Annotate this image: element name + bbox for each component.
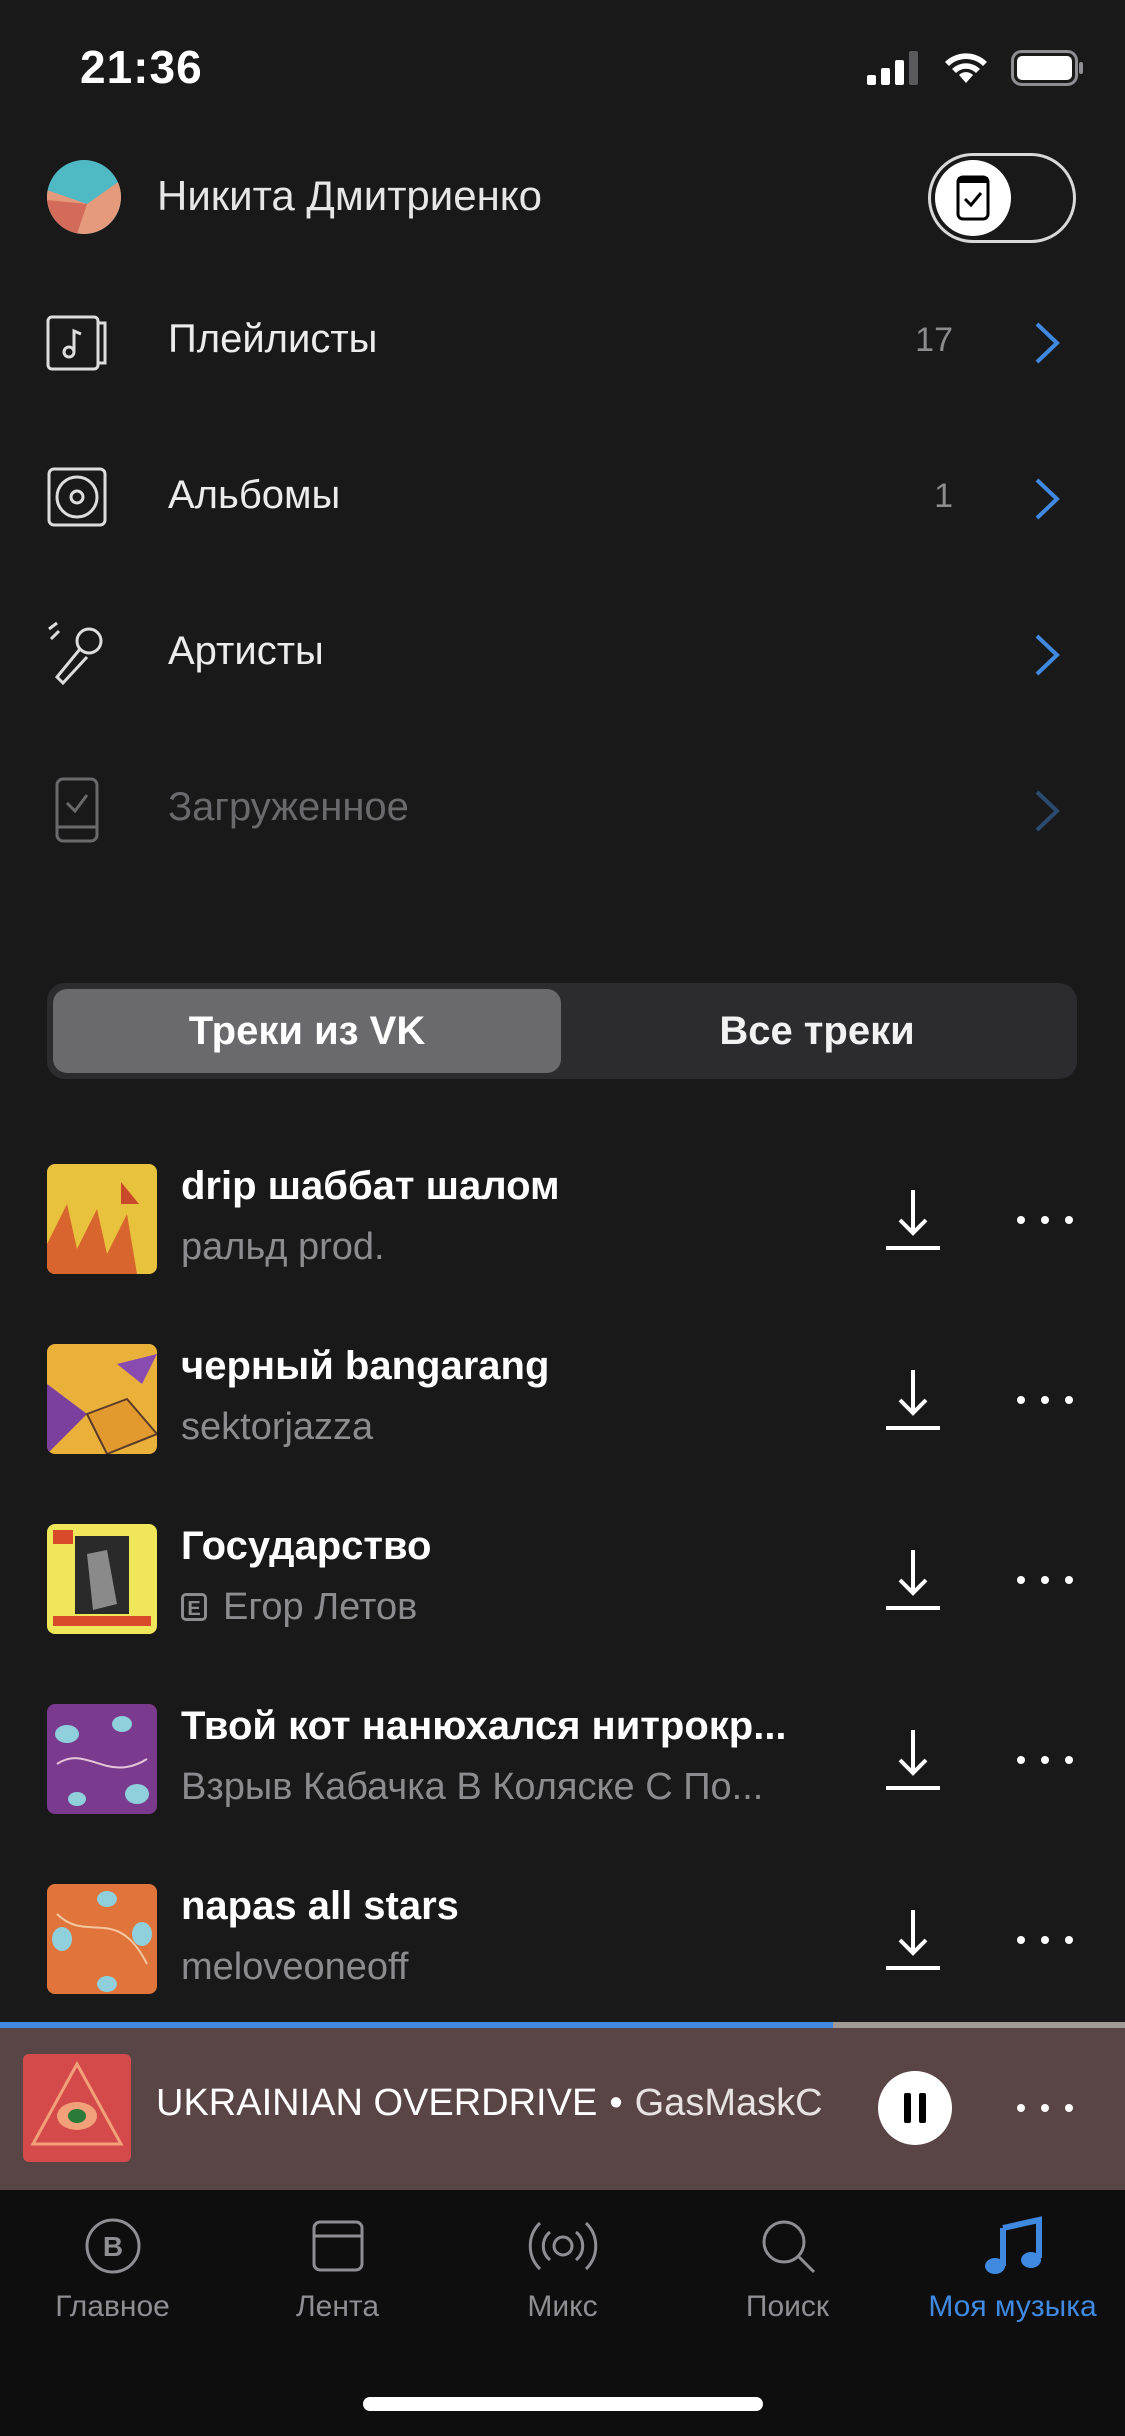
menu-label: Загруженное — [168, 785, 409, 829]
menu-downloaded[interactable]: Загруженное — [0, 732, 1125, 888]
now-playing-artist: GasMaskC — [634, 2082, 823, 2124]
menu-playlists[interactable]: Плейлисты 17 — [0, 264, 1125, 420]
now-playing-title: UKRAINIAN OVERDRIVE — [156, 2082, 598, 2124]
track-cover — [47, 1524, 157, 1634]
tracks-source-segmented-control: Треки из VK Все треки — [47, 983, 1077, 1079]
more-icon[interactable] — [1015, 2102, 1075, 2114]
tab-label: Микс — [527, 2290, 598, 2323]
signal-icon — [867, 51, 918, 85]
track-cover — [47, 1164, 157, 1274]
wifi-icon — [945, 53, 987, 83]
track-artist: meloveoneoff — [181, 1946, 409, 1988]
menu-count: 17 — [915, 321, 953, 359]
battery-icon — [1011, 50, 1083, 86]
avatar[interactable] — [47, 160, 121, 234]
more-icon[interactable] — [1015, 1754, 1075, 1766]
now-playing-cover — [23, 2054, 131, 2162]
download-icon[interactable] — [882, 1366, 944, 1432]
vk-logo-icon: В — [85, 2218, 140, 2274]
tab-label: Поиск — [745, 2290, 830, 2323]
tab-label: Моя музыка — [928, 2290, 1097, 2323]
track-artist: E Егор Летов — [181, 1586, 417, 1629]
status-time: 21:36 — [80, 41, 203, 93]
menu-albums[interactable]: Альбомы 1 — [0, 420, 1125, 576]
track-cover — [47, 1884, 157, 1994]
more-icon[interactable] — [1015, 1934, 1075, 1946]
account-name[interactable]: Никита Дмитриенко — [157, 172, 542, 220]
vinyl-icon — [47, 467, 107, 527]
chevron-right-icon — [1035, 322, 1060, 364]
track-artist: sektorjazza — [181, 1406, 374, 1448]
pause-button[interactable] — [878, 2071, 952, 2145]
track-artist: ральд prod. — [181, 1226, 385, 1268]
track-title: napas all stars — [181, 1884, 459, 1928]
chevron-right-icon — [1035, 478, 1060, 520]
track-title: drip шаббат шалом — [181, 1164, 560, 1208]
track-row[interactable]: Твой кот нанюхался нитрокр... Взрыв Каба… — [0, 1704, 1125, 1884]
feed-icon — [312, 2220, 363, 2272]
track-row[interactable]: Государство E Егор Летов — [0, 1524, 1125, 1704]
more-icon[interactable] — [1015, 1214, 1075, 1226]
tab-mix[interactable]: Микс — [450, 2216, 675, 2324]
track-cover — [47, 1344, 157, 1454]
menu-label: Альбомы — [168, 473, 341, 517]
chevron-right-icon — [1035, 790, 1060, 832]
track-title: Твой кот нанюхался нитрокр... — [181, 1704, 787, 1748]
music-icon — [984, 2216, 1042, 2274]
more-icon[interactable] — [1015, 1574, 1075, 1586]
track-artist: Взрыв Кабачка В Коляске С По... — [181, 1766, 764, 1808]
download-icon[interactable] — [882, 1906, 944, 1972]
tab-home[interactable]: В Главное — [0, 2216, 225, 2324]
segment-all-tracks[interactable]: Все треки — [563, 989, 1071, 1073]
toggle-knob — [935, 160, 1011, 236]
tab-search[interactable]: Поиск — [675, 2216, 900, 2324]
now-playing-separator: • — [609, 2082, 623, 2124]
track-row[interactable]: drip шаббат шалом ральд prod. — [0, 1164, 1125, 1344]
offline-mode-toggle[interactable] — [928, 153, 1076, 243]
chevron-right-icon — [1035, 634, 1060, 676]
download-icon[interactable] — [882, 1726, 944, 1792]
phone-check-icon — [956, 175, 990, 221]
tab-feed[interactable]: Лента — [225, 2216, 450, 2324]
track-title: Государство — [181, 1524, 432, 1568]
track-row[interactable]: черный bangarang sektorjazza — [0, 1344, 1125, 1524]
radio-icon — [528, 2221, 597, 2271]
download-icon[interactable] — [882, 1186, 944, 1252]
downloaded-phone-icon — [55, 777, 99, 843]
tab-label: Главное — [55, 2290, 170, 2323]
tab-label: Лента — [295, 2290, 380, 2323]
segment-vk-tracks[interactable]: Треки из VK — [53, 989, 561, 1073]
download-icon[interactable] — [882, 1546, 944, 1612]
mini-player[interactable]: UKRAINIAN OVERDRIVE • GasMaskC — [0, 2028, 1125, 2190]
search-icon — [762, 2220, 815, 2274]
microphone-icon — [48, 621, 103, 686]
now-playing-text: UKRAINIAN OVERDRIVE • GasMaskC — [156, 2082, 836, 2125]
menu-count: 1 — [934, 477, 953, 515]
menu-label: Плейлисты — [168, 317, 378, 361]
track-title: черный bangarang — [181, 1344, 550, 1388]
more-icon[interactable] — [1015, 1394, 1075, 1406]
music-note-icon — [46, 315, 107, 371]
track-cover — [47, 1704, 157, 1814]
pause-icon — [904, 2093, 926, 2123]
menu-artists[interactable]: Артисты — [0, 576, 1125, 732]
explicit-badge: E — [181, 1593, 207, 1621]
home-indicator — [363, 2397, 763, 2411]
svg-text:В: В — [102, 2231, 122, 2262]
tab-my-music[interactable]: Моя музыка — [900, 2216, 1125, 2324]
menu-label: Артисты — [168, 629, 324, 673]
status-icons — [867, 48, 1085, 88]
